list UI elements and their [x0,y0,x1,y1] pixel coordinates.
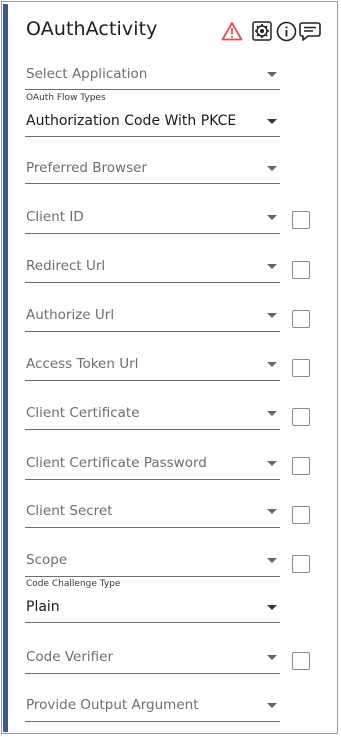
warning-icon[interactable] [221,21,243,41]
client-id-checkbox[interactable] [292,211,310,229]
chevron-down-icon[interactable] [267,119,277,124]
oauth-flow-types-dropdown[interactable]: OAuth Flow Types Authorization Code With… [25,93,280,139]
field-underline [25,331,280,332]
client-secret-dropdown[interactable]: Client Secret [25,501,280,531]
settings-icon[interactable] [252,21,272,41]
chevron-down-icon[interactable] [267,703,277,708]
chevron-down-icon[interactable] [267,655,277,660]
field-underline [25,136,280,137]
client-certificate-checkbox[interactable] [292,408,310,426]
client-certificate-password-placeholder: Client Certificate Password [26,455,207,471]
provide-output-argument-placeholder: Provide Output Argument [26,697,199,713]
chevron-down-icon[interactable] [267,558,277,563]
client-secret-checkbox[interactable] [292,506,310,524]
scope-placeholder: Scope [26,552,68,568]
code-challenge-type-caption: Code Challenge Type [26,579,121,589]
accent-bar [3,4,8,732]
scope-dropdown[interactable]: Scope [25,550,280,580]
chevron-down-icon[interactable] [267,166,277,171]
redirect-url-checkbox[interactable] [292,261,310,279]
access-token-url-placeholder: Access Token Url [26,356,139,372]
chevron-down-icon[interactable] [267,264,277,269]
authorize-url-checkbox[interactable] [292,310,310,328]
field-underline [25,479,280,480]
select-application-placeholder: Select Application [26,66,148,82]
authorize-url-placeholder: Authorize Url [26,307,115,323]
code-challenge-type-value: Plain [26,599,60,615]
field-underline [25,622,280,623]
field-underline [25,89,280,90]
oauth-flow-types-caption: OAuth Flow Types [26,93,106,103]
chevron-down-icon[interactable] [267,605,277,610]
authorize-url-dropdown[interactable]: Authorize Url [25,305,280,335]
oauth-flow-types-value: Authorization Code With PKCE [26,113,237,129]
comment-icon[interactable] [299,21,321,42]
provide-output-argument-dropdown[interactable]: Provide Output Argument [25,695,280,725]
field-underline [25,673,280,674]
chevron-down-icon[interactable] [267,215,277,220]
redirect-url-placeholder: Redirect Url [26,258,106,274]
code-verifier-placeholder: Code Verifier [26,649,114,665]
activity-title: OAuthActivity [26,18,158,40]
scope-checkbox[interactable] [292,555,310,573]
code-challenge-type-dropdown[interactable]: Code Challenge Type Plain [25,579,280,625]
preferred-browser-placeholder: Preferred Browser [26,160,147,176]
chevron-down-icon[interactable] [267,72,277,77]
access-token-url-dropdown[interactable]: Access Token Url [25,354,280,384]
field-underline [25,576,280,577]
client-certificate-password-dropdown[interactable]: Client Certificate Password [25,453,280,483]
client-secret-placeholder: Client Secret [26,503,113,519]
chevron-down-icon[interactable] [267,411,277,416]
select-application-dropdown[interactable]: Select Application [25,64,280,94]
client-id-placeholder: Client ID [26,209,84,225]
chevron-down-icon[interactable] [267,313,277,318]
client-certificate-password-checkbox[interactable] [292,457,310,475]
client-id-dropdown[interactable]: Client ID [25,207,280,237]
client-certificate-placeholder: Client Certificate [26,405,140,421]
preferred-browser-dropdown[interactable]: Preferred Browser [25,158,280,188]
chevron-down-icon[interactable] [267,461,277,466]
field-underline [25,380,280,381]
redirect-url-dropdown[interactable]: Redirect Url [25,256,280,286]
field-underline [25,233,280,234]
code-verifier-dropdown[interactable]: Code Verifier [25,647,280,677]
field-underline [25,429,280,430]
field-underline [25,183,280,184]
field-underline [25,527,280,528]
field-underline [25,282,280,283]
access-token-url-checkbox[interactable] [292,359,310,377]
chevron-down-icon[interactable] [267,509,277,514]
info-icon[interactable] [276,21,297,42]
client-certificate-dropdown[interactable]: Client Certificate [25,403,280,433]
code-verifier-checkbox[interactable] [292,652,310,670]
chevron-down-icon[interactable] [267,362,277,367]
field-underline [25,721,280,722]
